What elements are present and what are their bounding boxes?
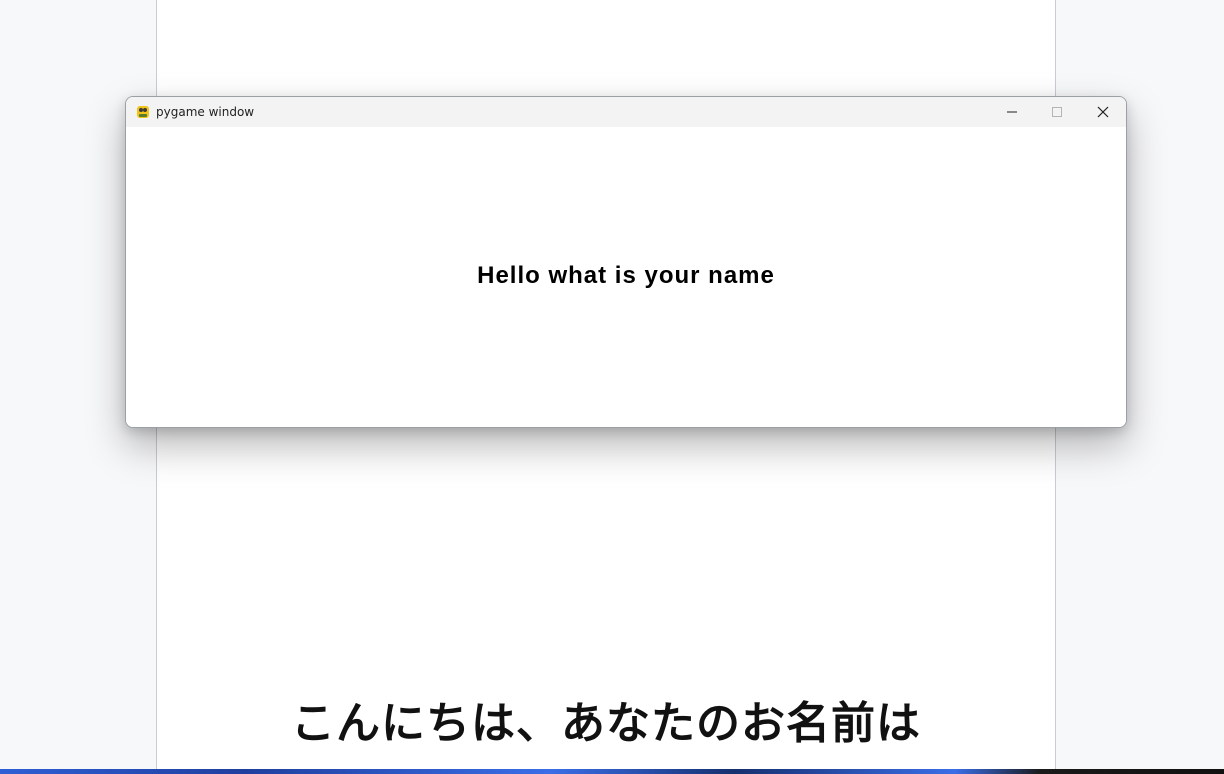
close-button[interactable]: [1080, 97, 1126, 127]
pygame-snake-icon: [135, 104, 151, 120]
taskbar-strip: [0, 769, 1224, 774]
window-content[interactable]: Hello what is your name: [126, 127, 1126, 427]
pygame-window[interactable]: pygame window Hello what is your name: [125, 96, 1127, 428]
greeting-text: Hello what is your name: [477, 262, 775, 289]
window-titlebar[interactable]: pygame window: [126, 97, 1126, 127]
minimize-button[interactable]: [989, 97, 1035, 127]
maximize-icon: [1051, 103, 1063, 122]
japanese-subtitle: こんにちは、あなたのお名前は: [291, 698, 921, 749]
minimize-icon: [1006, 103, 1018, 122]
maximize-button[interactable]: [1034, 97, 1080, 127]
close-icon: [1097, 103, 1109, 122]
window-title: pygame window: [156, 105, 255, 119]
